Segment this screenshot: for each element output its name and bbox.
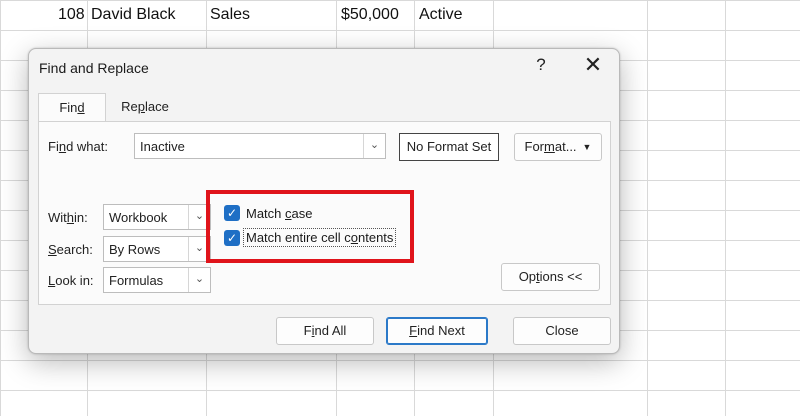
within-select[interactable]: Workbook ⌄ — [103, 204, 211, 230]
look-in-select[interactable]: Formulas ⌄ — [103, 267, 211, 293]
format-button-mnemonic: m — [544, 139, 555, 154]
tab-find-mnemonic: d — [77, 100, 85, 115]
within-label-end: in: — [74, 210, 88, 225]
within-label: Within: — [48, 210, 88, 225]
search-select[interactable]: By Rows ⌄ — [103, 236, 211, 262]
search-label-mnemonic: S — [48, 242, 57, 257]
tab-find-label: Fin — [59, 100, 78, 115]
close-icon[interactable]: ✕ — [581, 53, 605, 79]
find-what-input[interactable]: Inactive ⌄ — [134, 133, 386, 159]
find-next-button[interactable]: Find Next — [386, 317, 488, 345]
cell-id[interactable]: 108 — [58, 0, 85, 30]
find-what-value: Inactive — [140, 139, 185, 154]
look-in-label: Look in: — [48, 273, 94, 288]
dialog-title: Find and Replace — [39, 60, 149, 76]
look-in-value: Formulas — [109, 273, 164, 288]
options-button-label-end: ions << — [539, 269, 583, 284]
find-all-button[interactable]: Find All — [276, 317, 374, 345]
cell-name[interactable]: David Black — [91, 0, 175, 30]
search-label-end: earch: — [56, 242, 93, 257]
no-format-set-indicator: No Format Set — [399, 133, 499, 161]
within-label-mnemonic: h — [66, 210, 75, 225]
find-what-label-start: Fi — [48, 139, 59, 154]
within-value: Workbook — [109, 210, 168, 225]
column-divider — [647, 0, 648, 416]
format-button-label-end: at... — [554, 139, 577, 154]
find-next-label-end: ind Next — [417, 323, 465, 338]
cell-status[interactable]: Active — [419, 0, 463, 30]
chevron-down-icon[interactable]: ⌄ — [188, 268, 210, 292]
search-value: By Rows — [109, 242, 161, 257]
find-what-label: Find what: — [48, 139, 108, 154]
find-next-mnemonic: F — [409, 323, 418, 338]
highlight-box — [206, 190, 414, 263]
tab-replace-label-end: lace — [145, 99, 169, 114]
close-button[interactable]: Close — [513, 317, 611, 345]
look-in-label-end: ook in: — [55, 273, 94, 288]
tab-replace-label: Re — [121, 99, 138, 114]
cell-salary[interactable]: $50,000 — [341, 0, 399, 30]
search-label: Search: — [48, 242, 93, 257]
cell-department[interactable]: Sales — [210, 0, 250, 30]
options-button[interactable]: Options << — [501, 263, 600, 291]
options-button-label: Op — [518, 269, 537, 284]
help-icon[interactable]: ? — [531, 55, 551, 79]
tab-replace-mnemonic: p — [137, 99, 145, 114]
format-button[interactable]: Format... ▼ — [514, 133, 602, 161]
find-what-label-mnemonic: n — [58, 139, 67, 154]
chevron-down-icon[interactable]: ⌄ — [363, 134, 385, 158]
find-all-label: F — [303, 323, 312, 338]
within-label-start: Wit — [48, 210, 67, 225]
find-all-label-end: nd All — [314, 323, 347, 338]
column-divider — [725, 0, 726, 416]
find-what-label-end: d what: — [66, 139, 108, 154]
tab-find[interactable]: Find — [38, 93, 106, 121]
tab-replace[interactable]: Replace — [107, 93, 183, 121]
caret-down-icon: ▼ — [582, 142, 592, 152]
format-button-label: For — [524, 139, 545, 154]
